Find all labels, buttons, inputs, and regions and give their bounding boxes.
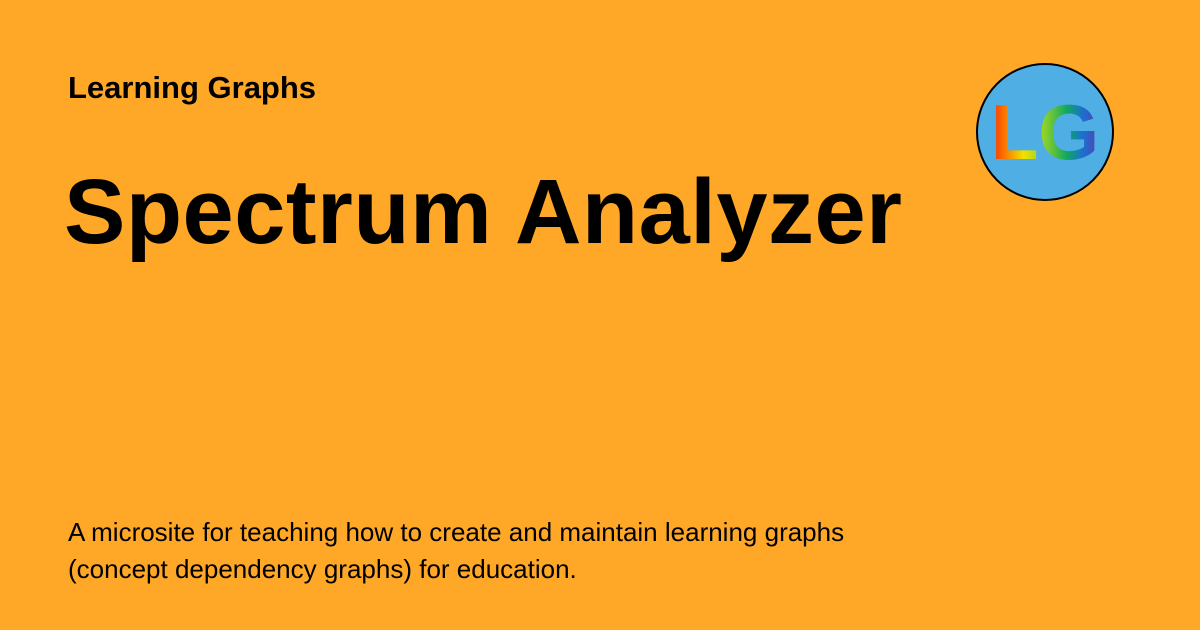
site-name: Learning Graphs bbox=[68, 70, 317, 105]
page-description: A microsite for teaching how to create a… bbox=[68, 517, 845, 584]
page-title: Spectrum Analyzer bbox=[64, 161, 903, 263]
logo-lettering: LG bbox=[991, 88, 1099, 176]
learning-graphs-logo: LG bbox=[976, 63, 1114, 201]
